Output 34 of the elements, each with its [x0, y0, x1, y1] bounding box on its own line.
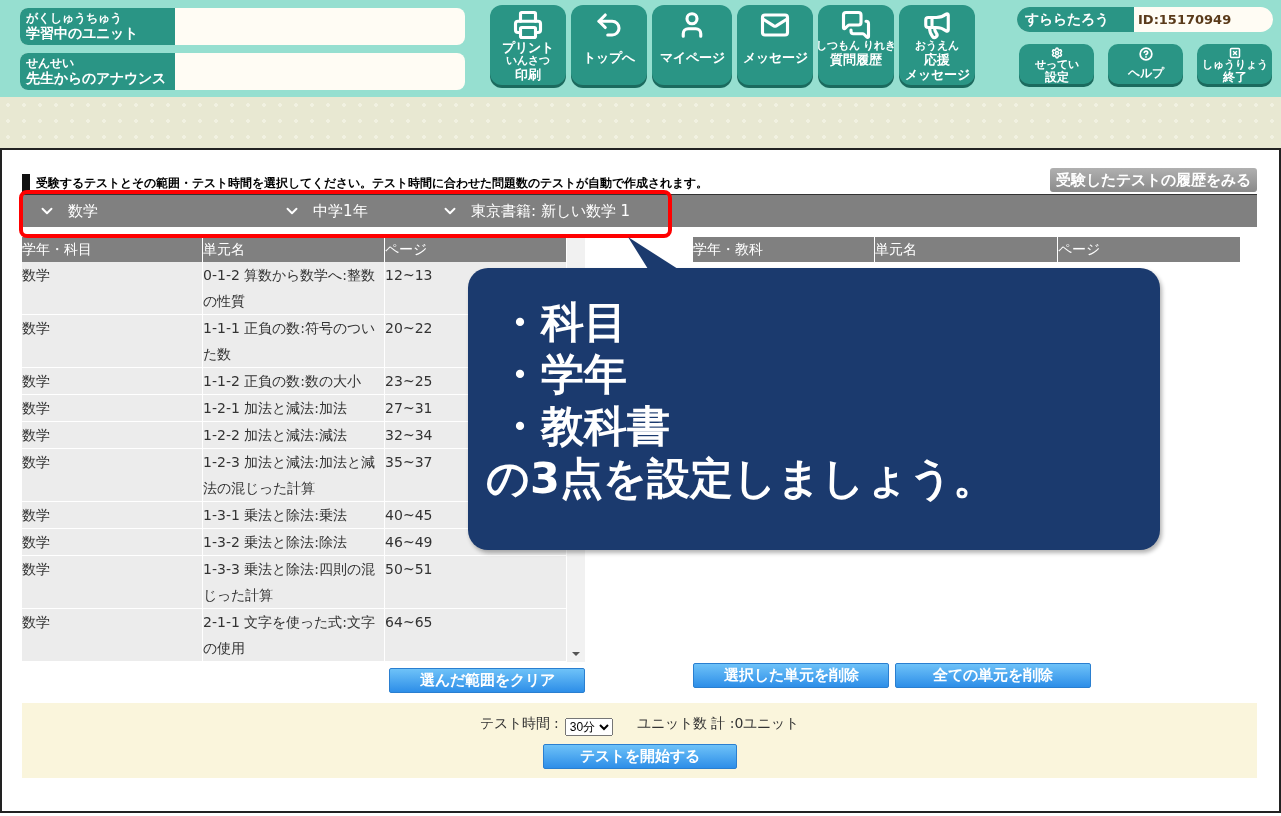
table-cell: 数学 [22, 555, 203, 609]
table-cell: 数学 [22, 394, 203, 422]
table-cell: 数学 [22, 501, 203, 529]
table-cell: 1-1-2 正負の数:数の大小 [202, 367, 385, 395]
column-header: 単元名 [202, 237, 385, 262]
table-cell: 0-1-2 算数から数学へ:整数の性質 [202, 262, 385, 315]
table-cell: 数学 [22, 608, 203, 662]
table-cell: 数学 [22, 314, 203, 368]
table-cell: 1-2-3 加法と減法:加法と減法の混じった計算 [202, 448, 385, 502]
table-cell: 1-1-1 正負の数:符号のついた数 [202, 314, 385, 368]
unit-count: ユニット数 計 :0ユニット [636, 715, 800, 733]
table-cell: 1-2-2 加法と減法:減法 [202, 421, 385, 449]
column-header: ページ [384, 237, 567, 262]
column-header: 学年・教科 [693, 237, 875, 262]
user-name: すららたろう [1017, 7, 1134, 32]
table-cell: 数学 [22, 367, 203, 395]
column-header: ページ [1057, 237, 1241, 262]
table-cell: 1-3-2 乗法と除法:除法 [202, 528, 385, 556]
table-cell: 1-2-1 加法と減法:加法 [202, 394, 385, 422]
table-cell: 数学 [22, 528, 203, 556]
table-cell: 数学 [22, 421, 203, 449]
table-cell: 64~65 [384, 608, 567, 662]
table-cell: 50~51 [384, 555, 567, 609]
test-time-label: テスト時間 : [479, 715, 559, 733]
section-label: せんせい 先生からのアナウンス [20, 53, 175, 90]
table-cell: 数学 [22, 262, 203, 315]
table-cell: 1-3-3 乗法と除法:四則の混じった計算 [202, 555, 385, 609]
user-id: ID:15170949 [1137, 11, 1232, 29]
column-header: 学年・科目 [22, 237, 203, 262]
table-cell: 数学 [22, 448, 203, 502]
column-header: 単元名 [874, 237, 1058, 262]
table-cell: 2-1-1 文字を使った式:文字の使用 [202, 608, 385, 662]
section-label: がくしゅうちゅう 学習中のユニット [20, 8, 175, 45]
table-cell: 1-3-1 乗法と除法:乗法 [202, 501, 385, 529]
